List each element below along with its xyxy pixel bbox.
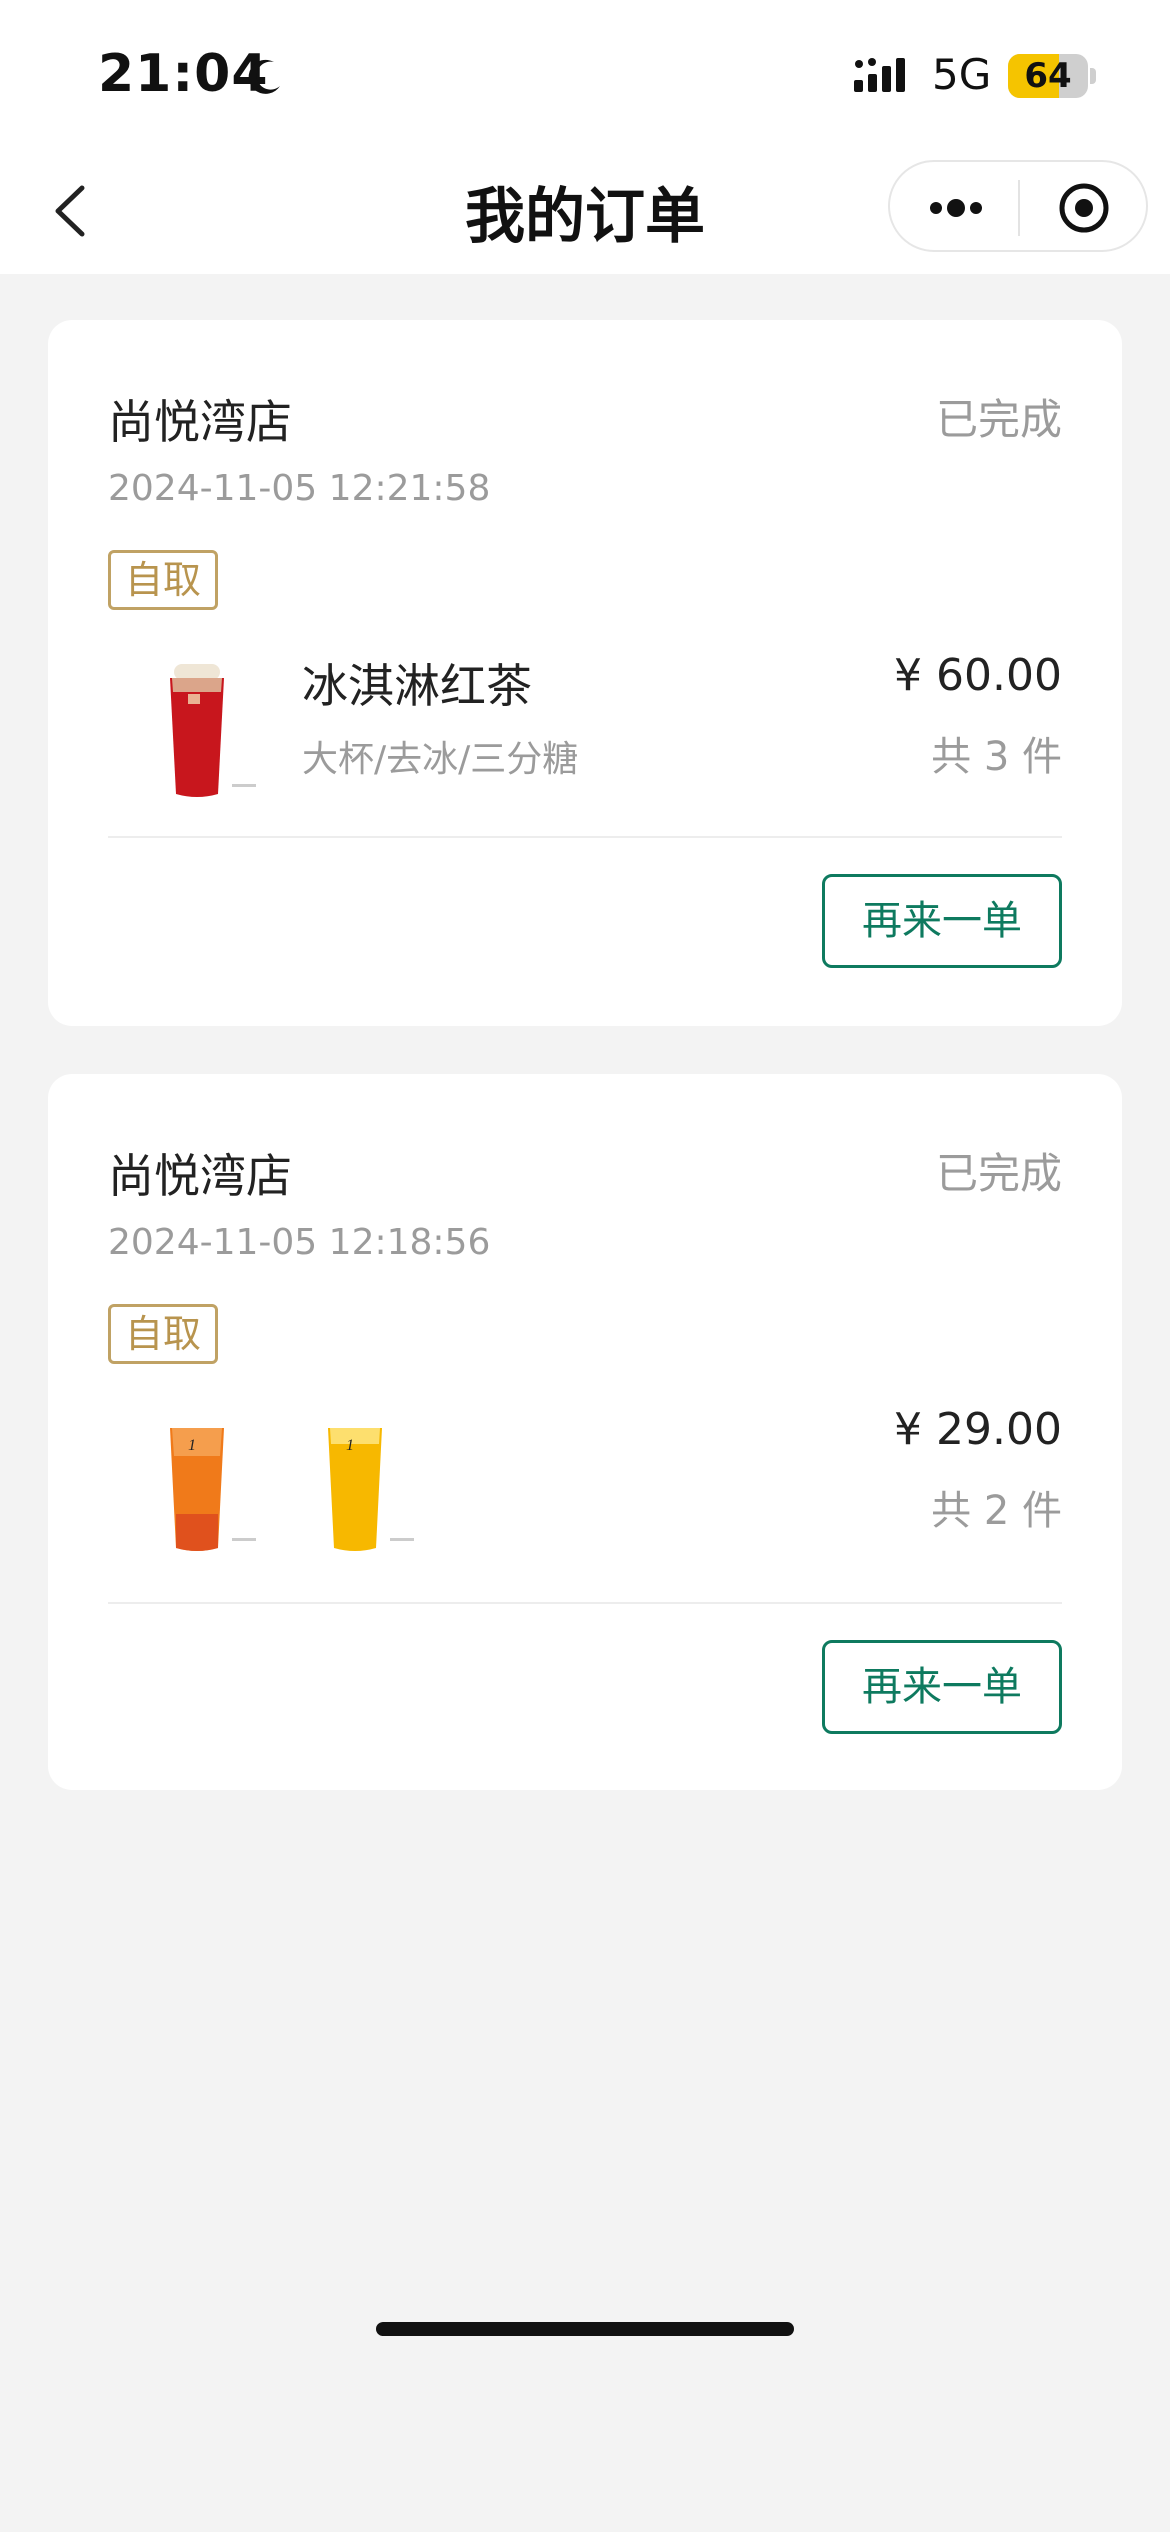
- order-time: 2024-11-05 12:18:56: [108, 1222, 491, 1263]
- item-count: 共 3 件: [931, 734, 1062, 780]
- order-card[interactable]: 尚悦湾店 已完成 2024-11-05 12:21:58 自取 冰淇淋红茶 大杯…: [48, 320, 1122, 1026]
- mini-program-capsule: [888, 160, 1148, 252]
- moon-icon: [248, 59, 280, 94]
- pickup-tag: 自取: [108, 550, 219, 610]
- card-divider: [108, 836, 1062, 838]
- order-status: 已完成: [935, 1149, 1062, 1198]
- more-icon[interactable]: [926, 188, 986, 228]
- svg-text:1: 1: [346, 1437, 354, 1454]
- red-tea-cup-image: [170, 664, 256, 797]
- battery-cap: [1090, 68, 1096, 84]
- nav-bar: 我的订单: [0, 150, 1170, 274]
- home-indicator[interactable]: [376, 2322, 794, 2336]
- order-time: 2024-11-05 12:21:58: [108, 468, 491, 509]
- item-spec: 大杯/去冰/三分糖: [302, 739, 579, 780]
- svg-text:1: 1: [188, 1437, 196, 1454]
- lemon-tea-cup-image: 1: [328, 1428, 414, 1551]
- orange-tea-cup-image: 1: [170, 1428, 256, 1551]
- reorder-button[interactable]: 再来一单: [822, 874, 1062, 968]
- card-divider: [108, 1602, 1062, 1604]
- close-target-icon[interactable]: [1058, 182, 1110, 234]
- pickup-tag: 自取: [108, 1304, 219, 1364]
- order-price: ¥ 60.00: [894, 650, 1062, 701]
- order-card[interactable]: 尚悦湾店 已完成 2024-11-05 12:18:56 自取 1 1 ¥ 29…: [48, 1074, 1122, 1790]
- store-name: 尚悦湾店: [108, 1149, 292, 1203]
- status-bar: 21:04 5G 64: [0, 0, 1170, 150]
- store-name: 尚悦湾店: [108, 395, 292, 449]
- item-name: 冰淇淋红茶: [302, 659, 532, 713]
- item-count: 共 2 件: [931, 1488, 1062, 1534]
- order-price: ¥ 29.00: [894, 1404, 1062, 1455]
- capsule-divider: [1018, 180, 1020, 236]
- signal-icon: [854, 58, 905, 92]
- status-time: 21:04: [98, 44, 269, 104]
- order-status: 已完成: [935, 395, 1062, 444]
- network-type: 5G: [932, 50, 992, 99]
- battery-level: 64: [1024, 56, 1072, 96]
- battery-icon: 64: [1008, 54, 1088, 98]
- reorder-button[interactable]: 再来一单: [822, 1640, 1062, 1734]
